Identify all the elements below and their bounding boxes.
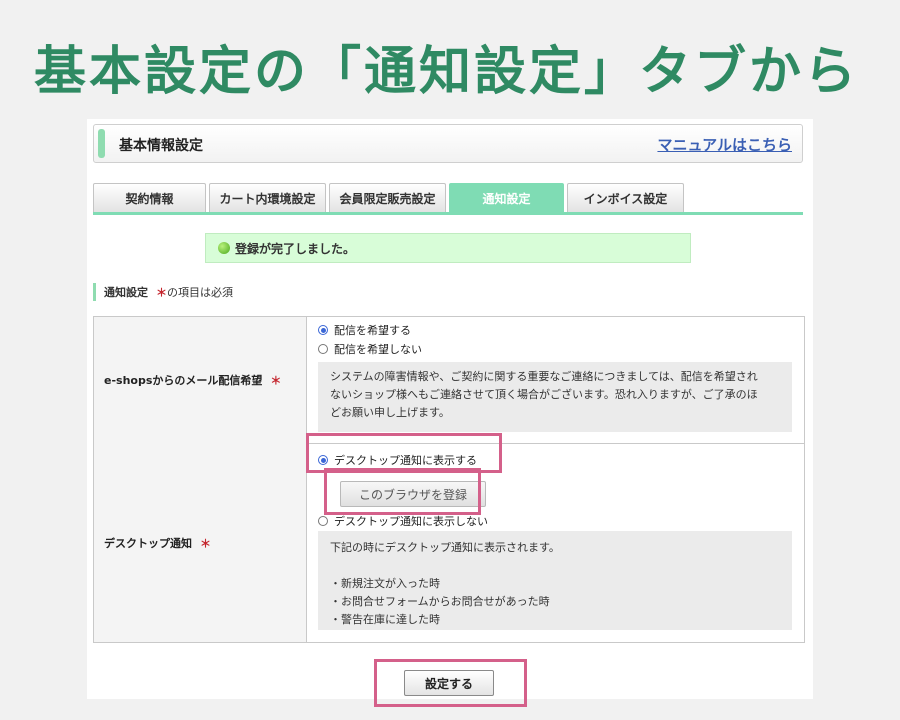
desktop-info-box: 下記の時にデスクトップ通知に表示されます。 ・新規注文が入った時 ・お問合せフォ… <box>318 531 792 630</box>
settings-table: e-shopsからのメール配信希望 ＊ 配信を希望する 配信を希望しない システ… <box>93 316 805 643</box>
radio-desktop-show[interactable]: デスクトップ通知に表示する <box>318 452 477 468</box>
radio-button[interactable] <box>318 344 328 354</box>
mail-setting-row: e-shopsからのメール配信希望 ＊ 配信を希望する 配信を希望しない システ… <box>94 317 804 444</box>
tab-cart-environment[interactable]: カート内環境設定 <box>209 183 326 213</box>
admin-screenshot: 基本情報設定 マニュアルはこちら 契約情報 カート内環境設定 会員限定販売設定 … <box>87 119 813 707</box>
headline: 基本設定の「通知設定」タブから <box>34 42 860 102</box>
tab-underline <box>93 212 803 215</box>
info-line: どお願い申し上げます。 <box>330 406 450 419</box>
radio-label: デスクトップ通知に表示する <box>334 454 477 467</box>
required-mark: ＊ <box>156 286 167 299</box>
page-title: 基本情報設定 <box>119 138 203 154</box>
info-line: 下記の時にデスクトップ通知に表示されます。 <box>330 541 560 554</box>
desktop-setting-label: デスクトップ通知 ＊ <box>94 443 307 642</box>
mail-info-box: システムの障害情報や、ご契約に関する重要なご連絡につきましては、配信を希望され … <box>318 362 792 432</box>
success-icon <box>218 242 230 254</box>
info-line: システムの障害情報や、ご契約に関する重要なご連絡につきましては、配信を希望され <box>330 370 758 383</box>
submit-button[interactable]: 設定する <box>404 670 494 696</box>
tab-notification-settings[interactable]: 通知設定 <box>449 183 564 213</box>
mail-setting-label: e-shopsからのメール配信希望 ＊ <box>94 317 307 443</box>
radio-label: 配信を希望しない <box>334 343 422 356</box>
radio-desktop-hide[interactable]: デスクトップ通知に表示しない <box>318 513 488 529</box>
manual-link[interactable]: マニュアルはこちら <box>657 134 792 155</box>
radio-button-selected[interactable] <box>318 325 328 335</box>
radio-label: デスクトップ通知に表示しない <box>334 515 488 528</box>
header-accent-bar <box>98 129 105 158</box>
info-line: ・新規注文が入った時 <box>330 577 440 590</box>
success-message: 登録が完了しました。 <box>235 241 356 256</box>
radio-label: 配信を希望する <box>334 324 411 337</box>
radio-mail-opt-out[interactable]: 配信を希望しない <box>318 341 422 357</box>
section-title-text: 通知設定 <box>104 286 148 299</box>
tab-invoice-settings[interactable]: インボイス設定 <box>567 183 684 213</box>
desktop-setting-label-text: デスクトップ通知 <box>104 536 192 550</box>
mail-setting-label-text: e-shopsからのメール配信希望 <box>104 374 263 387</box>
desktop-setting-row: デスクトップ通知 ＊ デスクトップ通知に表示する このブラウザを登録 デスクトッ… <box>94 443 804 642</box>
required-note: の項目は必須 <box>167 286 233 299</box>
section-accent-bar <box>93 283 96 301</box>
required-mark: ＊ <box>270 374 282 387</box>
section-title: 通知設定 ＊ の項目は必須 <box>93 283 233 301</box>
info-line: ・お問合せフォームからお問合せがあった時 <box>330 595 550 608</box>
success-notice: 登録が完了しました。 <box>205 233 691 263</box>
tab-bar: 契約情報 カート内環境設定 会員限定販売設定 通知設定 インボイス設定 <box>93 183 803 213</box>
required-mark: ＊ <box>200 536 211 550</box>
tab-member-only-sales[interactable]: 会員限定販売設定 <box>329 183 446 213</box>
info-line: ないショップ様へもご連絡させて頂く場合がございます。恐れ入りますが、ご了承のほ <box>330 388 758 401</box>
radio-button[interactable] <box>318 516 328 526</box>
radio-button-selected[interactable] <box>318 455 328 465</box>
info-line: ・警告在庫に達した時 <box>330 613 440 626</box>
register-browser-button[interactable]: このブラウザを登録 <box>340 481 486 507</box>
radio-mail-opt-in[interactable]: 配信を希望する <box>318 322 411 338</box>
page-header: 基本情報設定 マニュアルはこちら <box>93 124 803 163</box>
tab-contract-info[interactable]: 契約情報 <box>93 183 206 213</box>
